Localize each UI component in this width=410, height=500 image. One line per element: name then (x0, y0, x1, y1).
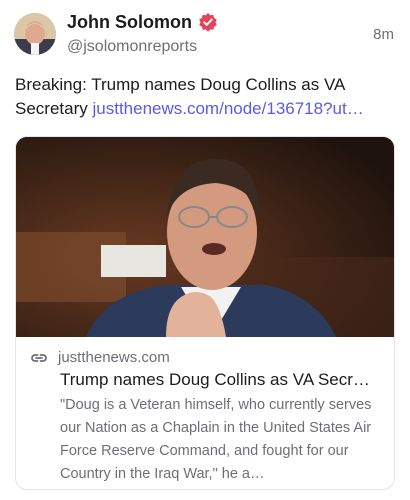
post-link[interactable]: justthenews.com/node/136718?ut… (92, 99, 363, 118)
link-card[interactable]: justthenews.com Trump names Doug Collins… (15, 136, 395, 490)
card-title[interactable]: Trump names Doug Collins as VA Secr… (60, 369, 386, 391)
post-text: Breaking: Trump names Doug Collins as VA… (15, 73, 399, 121)
timestamp: 8m (373, 26, 394, 43)
avatar[interactable] (14, 13, 56, 55)
card-image[interactable] (16, 137, 394, 337)
post-container: John Solomon @jsolomonreports 8m Breakin… (0, 0, 410, 500)
author-name[interactable]: John Solomon (67, 11, 218, 33)
card-domain: justthenews.com (58, 349, 170, 366)
card-description: "Doug is a Veteran himself, who currentl… (60, 397, 372, 482)
card-domain-row: justthenews.com (30, 349, 170, 367)
author-handle[interactable]: @jsolomonreports (67, 37, 197, 57)
link-icon (31, 354, 47, 362)
author-name-text[interactable]: John Solomon (67, 11, 192, 33)
verified-badge-icon (199, 13, 217, 32)
